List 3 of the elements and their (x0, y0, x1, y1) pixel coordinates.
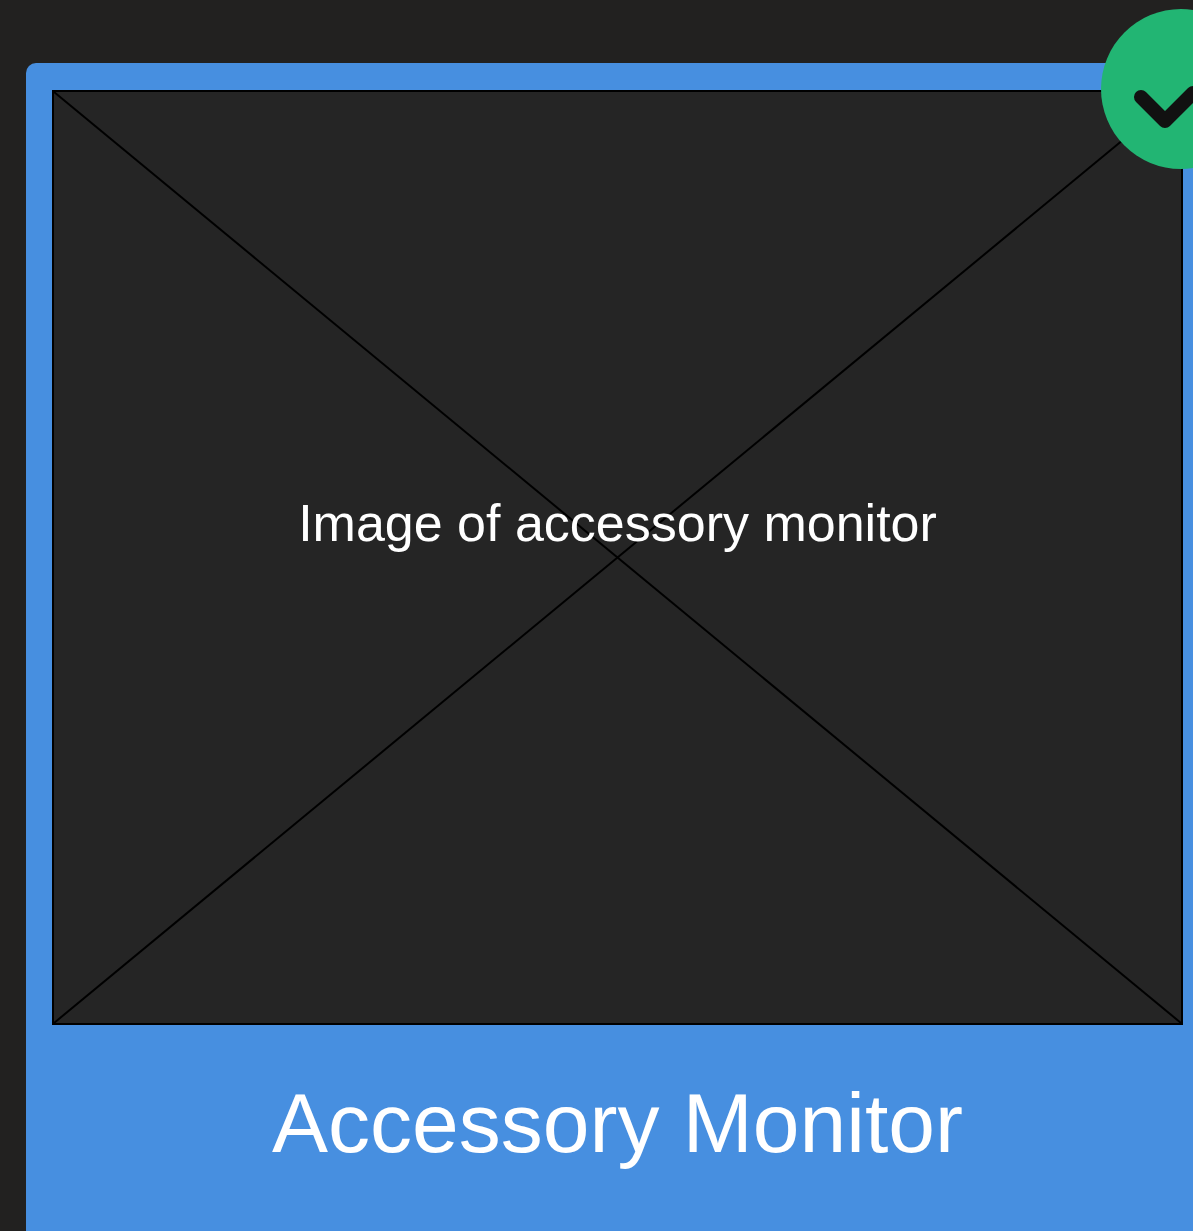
card-title: Accessory Monitor (272, 1075, 963, 1172)
image-caption: Image of accessory monitor (298, 492, 937, 554)
option-card[interactable]: Image of accessory monitor Accessory Monitor (26, 63, 1193, 1231)
